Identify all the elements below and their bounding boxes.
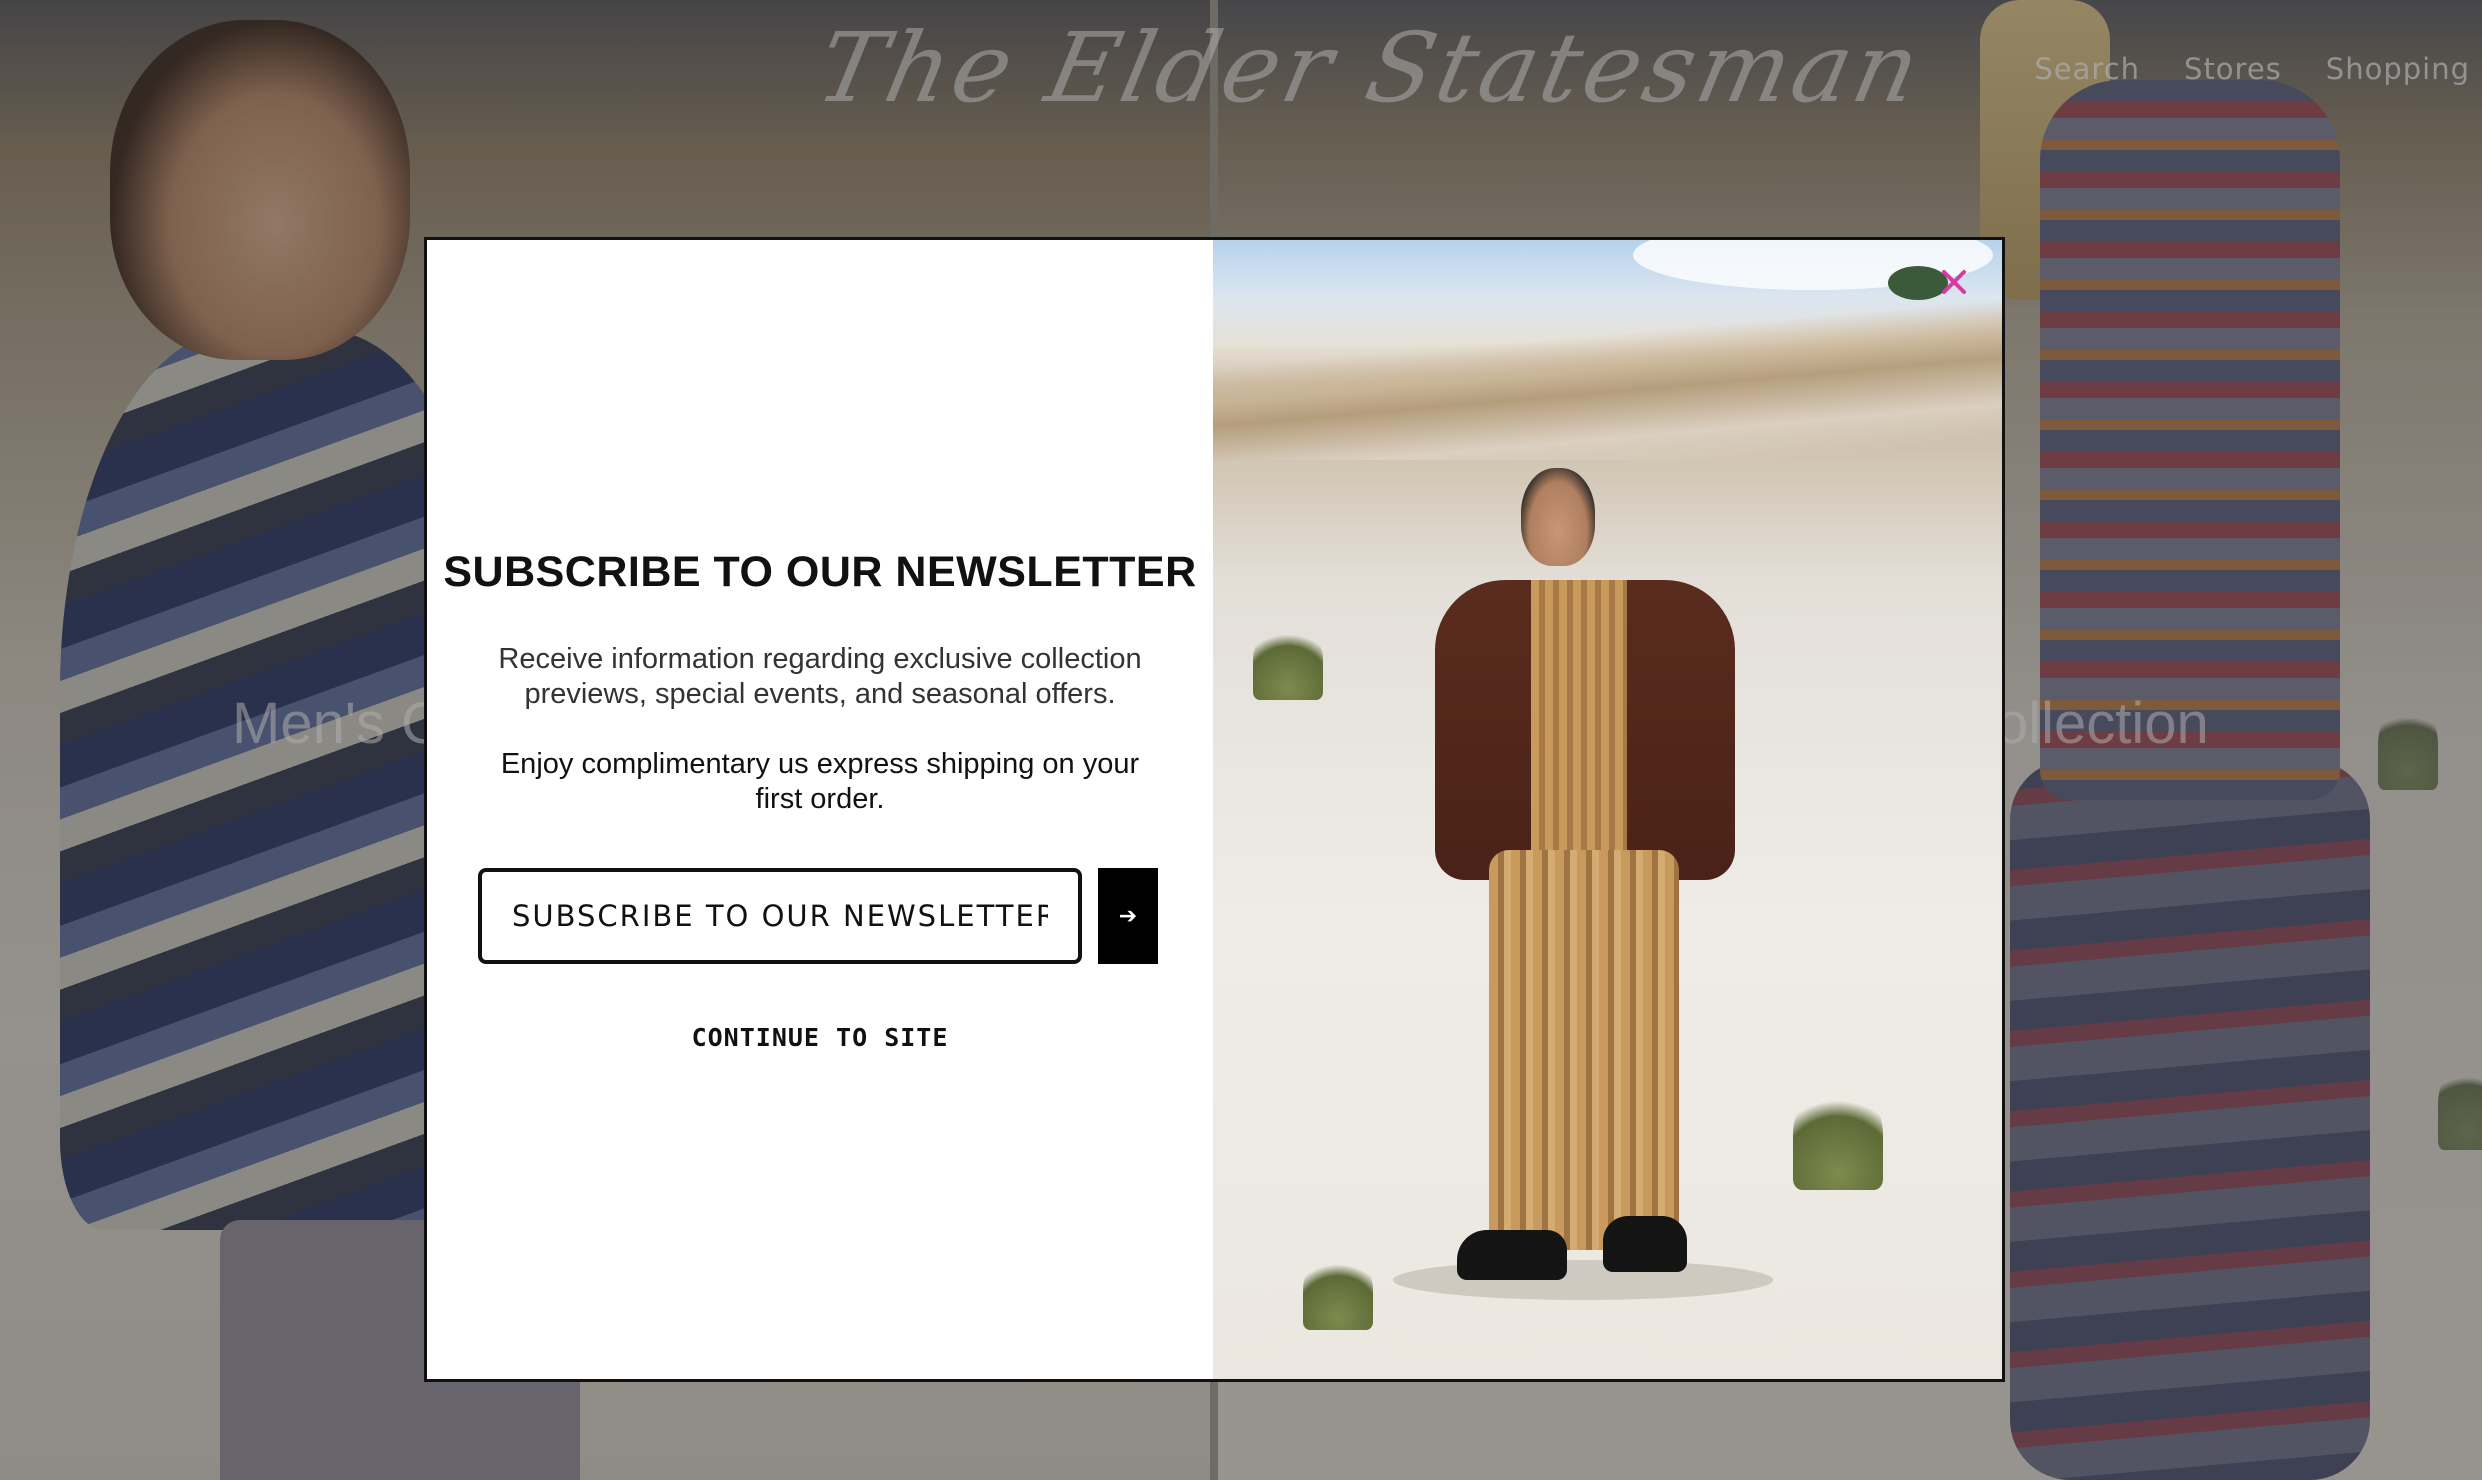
close-icon xyxy=(1942,270,1966,294)
email-input[interactable] xyxy=(478,868,1082,964)
modal-headline: SUBSCRIBE TO OUR NEWSLETTER xyxy=(443,548,1197,596)
close-button[interactable] xyxy=(1936,264,1972,300)
photo-model-head xyxy=(1521,468,1595,566)
photo-shadow xyxy=(1393,1260,1773,1300)
photo-model-shoe xyxy=(1457,1230,1567,1280)
photo-grass xyxy=(1253,620,1323,700)
photo-grass xyxy=(1303,1250,1373,1330)
modal-photo xyxy=(1213,240,2002,1379)
continue-to-site-link[interactable]: CONTINUE TO SITE xyxy=(427,1023,1213,1052)
photo-model-shoe xyxy=(1603,1216,1687,1272)
shipping-offer-text: Enjoy complimentary us express shipping … xyxy=(500,748,1140,815)
modal-content: SUBSCRIBE TO OUR NEWSLETTER Receive info… xyxy=(427,240,1213,1379)
photo-grass xyxy=(1793,1080,1883,1190)
photo-model-shirt xyxy=(1531,580,1627,880)
newsletter-modal: SUBSCRIBE TO OUR NEWSLETTER Receive info… xyxy=(424,237,2005,1382)
arrow-right-icon: ➔ xyxy=(1118,903,1138,928)
submit-button[interactable]: ➔ xyxy=(1098,868,1158,964)
newsletter-form: ➔ xyxy=(478,868,1162,964)
modal-description: Receive information regarding exclusive … xyxy=(498,643,1142,710)
photo-model-pants xyxy=(1489,850,1679,1250)
photo-dune xyxy=(1213,300,2002,460)
